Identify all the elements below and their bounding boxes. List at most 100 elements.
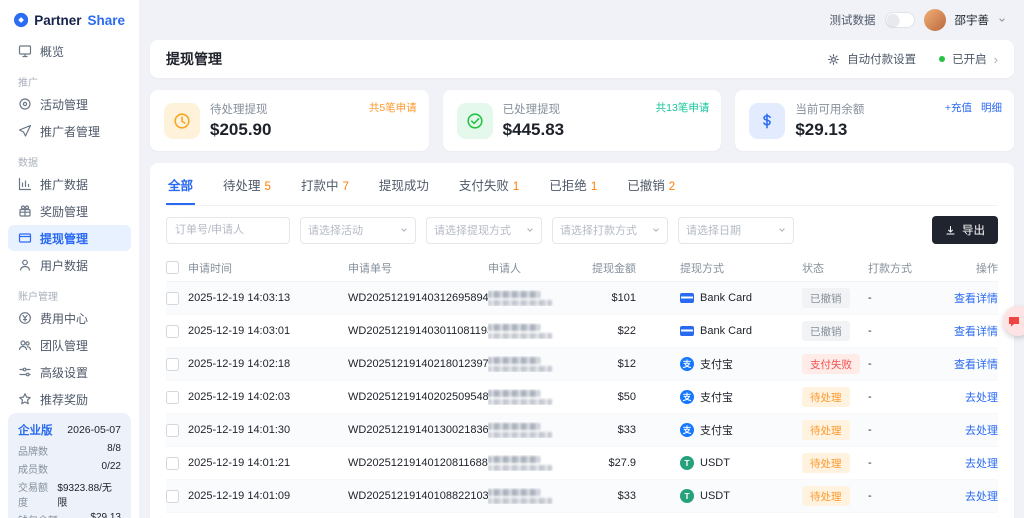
stat-label: 待处理提现 [210, 101, 271, 117]
row-action-link[interactable]: 查看详情 [954, 359, 998, 371]
sidebar-item-label: 推广者管理 [40, 123, 100, 140]
cell-order: WD20251219140301108119363 [348, 325, 488, 337]
select-all-checkbox[interactable] [166, 261, 179, 274]
tab[interactable]: 打款中 7 [299, 163, 351, 205]
plan-name: 企业版 [18, 422, 53, 438]
main-area: 测试数据 邵宇善 提现管理 自动付款设置 已开启 › 待处理提现 $205.90… [140, 0, 1024, 518]
sidebar-item[interactable]: 提现管理 [8, 225, 131, 251]
sidebar-item[interactable]: 推广数据 [8, 171, 131, 197]
sidebar-item[interactable]: 用户数据 [8, 252, 131, 278]
table-row: 2025-12-19 14:01:09 WD202512191401088221… [166, 480, 998, 513]
table-row [166, 513, 998, 518]
cell-applicant [488, 290, 568, 306]
sidebar-item-icon [18, 392, 32, 406]
filter-selects: 请选择活动 请选择提现方式 请选择打款方式 请选择日期 [300, 217, 794, 244]
plan-row-value: 0/22 [102, 461, 121, 476]
details-link[interactable]: 明细 [981, 100, 1002, 115]
cell-method: Bank Card [680, 292, 802, 304]
recharge-link[interactable]: +充值 [945, 100, 972, 115]
tab[interactable]: 支付失败 1 [457, 163, 521, 205]
stat-label: 已处理提现 [503, 101, 564, 117]
cell-method: 支 支付宝 [680, 422, 802, 438]
row-checkbox[interactable] [166, 391, 179, 404]
row-action-link[interactable]: 去处理 [965, 425, 998, 437]
tab[interactable]: 已撤销 2 [625, 163, 677, 205]
table-body: 2025-12-19 14:03:13 WD202512191403126958… [166, 282, 998, 518]
payment-method-label: Bank Card [700, 292, 752, 304]
filter-select-value: 请选择日期 [686, 222, 741, 238]
cell-time: 2025-12-19 14:01:21 [188, 457, 348, 469]
sidebar-group-label: 推广 [18, 74, 139, 89]
tab[interactable]: 待处理 5 [221, 163, 273, 205]
row-action-link[interactable]: 去处理 [965, 392, 998, 404]
tab-label: 待处理 [223, 175, 261, 194]
stat-note: 共5笔申请 [369, 100, 417, 115]
avatar[interactable] [924, 9, 946, 31]
tab[interactable]: 全部 [166, 163, 195, 205]
plan-row: 成员数 0/22 [18, 461, 121, 476]
cell-applicant [488, 455, 568, 471]
filter-select[interactable]: 请选择活动 [300, 217, 416, 244]
status-badge: 已撤销 [802, 288, 850, 308]
row-checkbox[interactable] [166, 358, 179, 371]
chevron-right-icon[interactable]: › [994, 52, 998, 67]
username[interactable]: 邵宇善 [955, 12, 990, 28]
cell-applicant [488, 323, 568, 339]
row-checkbox[interactable] [166, 490, 179, 503]
cell-pay-method: - [868, 391, 930, 403]
auto-pay-settings-link[interactable]: 自动付款设置 [847, 51, 916, 67]
plan-rows: 品牌数 8/8 成员数 0/22 交易额度 $9323.88/无限 钱包余额 $… [18, 443, 121, 518]
row-action-link[interactable]: 去处理 [965, 458, 998, 470]
stat-amount: $29.13 [795, 120, 864, 140]
sidebar-item[interactable]: 费用中心 [8, 305, 131, 331]
caret-down-icon[interactable] [998, 16, 1006, 24]
sidebar-item-label: 提现管理 [40, 230, 88, 247]
sidebar-item[interactable]: 奖励管理 [8, 198, 131, 224]
test-data-toggle[interactable] [885, 12, 915, 28]
filter-select[interactable]: 请选择提现方式 [426, 217, 542, 244]
cell-amount: $33 [568, 490, 636, 502]
row-checkbox[interactable] [166, 457, 179, 470]
stat-cards: 待处理提现 $205.90 共5笔申请 已处理提现 $445.83 共13笔申请 [150, 90, 1014, 151]
filter-select[interactable]: 请选择打款方式 [552, 217, 668, 244]
row-checkbox[interactable] [166, 292, 179, 305]
status-dot [939, 56, 945, 62]
withdrawal-panel: 全部 待处理 5 打款中 7 提现成功 [150, 163, 1014, 518]
sidebar-item-icon [18, 97, 32, 111]
export-button[interactable]: 导出 [932, 216, 998, 244]
filter-select[interactable]: 请选择日期 [678, 217, 794, 244]
sidebar-item[interactable]: 概览 [8, 38, 131, 64]
cell-order: WD20251219140120811688817 [348, 457, 488, 469]
cell-pay-method: - [868, 292, 930, 304]
row-checkbox[interactable] [166, 325, 179, 338]
stat-amount: $205.90 [210, 120, 271, 140]
cell-status: 待处理 [802, 453, 868, 473]
table-row: 2025-12-19 14:02:03 WD202512191402025095… [166, 381, 998, 414]
sidebar-item-label: 高级设置 [40, 364, 88, 381]
cell-method: 支 支付宝 [680, 356, 802, 372]
row-action-link[interactable]: 去处理 [965, 491, 998, 503]
payment-method-label: 支付宝 [700, 356, 733, 372]
plan-row-label: 交易额度 [18, 479, 57, 509]
sidebar: PartnerShare 概览 概览 推广 推广 活动管理 活动管理 推广者管理 [0, 0, 140, 518]
row-action-link[interactable]: 查看详情 [954, 326, 998, 338]
status-badge: 已撤销 [802, 321, 850, 341]
sidebar-item-label: 奖励管理 [40, 203, 88, 220]
sidebar-item[interactable]: 高级设置 [8, 359, 131, 385]
plan-row-value: $29.13 [90, 512, 121, 518]
row-action-link[interactable]: 查看详情 [954, 293, 998, 305]
status-tabs: 全部 待处理 5 打款中 7 提现成功 [166, 163, 998, 206]
tab[interactable]: 已拒绝 1 [547, 163, 599, 205]
sidebar-item[interactable]: 团队管理 [8, 332, 131, 358]
tab[interactable]: 提现成功 [377, 163, 431, 205]
auto-pay-status: 已开启 [952, 51, 987, 67]
stat-card: 已处理提现 $445.83 共13笔申请 [443, 90, 722, 151]
search-input[interactable] [166, 217, 290, 244]
brand-logo[interactable]: PartnerShare [0, 0, 139, 37]
sidebar-item[interactable]: 推荐奖励 [8, 386, 131, 412]
sidebar-item[interactable]: 活动管理 [8, 91, 131, 117]
sidebar-item[interactable]: 推广者管理 [8, 118, 131, 144]
row-checkbox[interactable] [166, 424, 179, 437]
chevron-down-icon [652, 226, 660, 234]
cell-time: 2025-12-19 14:02:18 [188, 358, 348, 370]
